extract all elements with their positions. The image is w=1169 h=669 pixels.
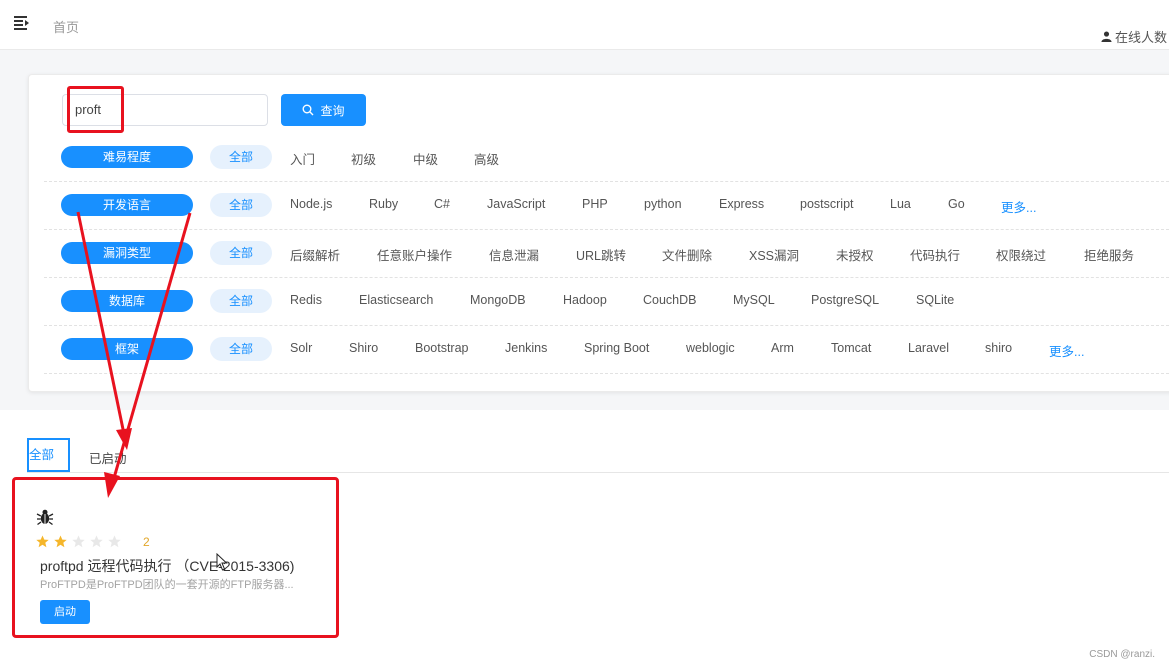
filter-option[interactable]: 拒绝服务 bbox=[1084, 245, 1134, 264]
filter-row-framework: 框架 全部 Solr Shiro Bootstrap Jenkins Sprin… bbox=[44, 328, 1169, 374]
tab-started[interactable]: 已启动 bbox=[89, 448, 127, 467]
filter-option[interactable]: C# bbox=[434, 197, 450, 211]
search-button-label: 查询 bbox=[320, 103, 345, 118]
filter-option[interactable]: 任意账户操作 bbox=[377, 245, 452, 264]
filter-option[interactable]: 初级 bbox=[351, 149, 376, 168]
filter-option[interactable]: PostgreSQL bbox=[811, 293, 879, 307]
filter-option[interactable]: 文件删除 bbox=[662, 245, 712, 264]
filter-option[interactable]: CouchDB bbox=[643, 293, 697, 307]
filter-label-language: 开发语言 bbox=[61, 194, 193, 216]
filter-option[interactable]: 代码执行 bbox=[910, 245, 960, 264]
filter-option[interactable]: Hadoop bbox=[563, 293, 607, 307]
filter-difficulty-all[interactable]: 全部 bbox=[210, 145, 272, 169]
breadcrumb-home[interactable]: 首页 bbox=[53, 17, 79, 36]
filter-option[interactable]: Tomcat bbox=[831, 341, 871, 355]
filter-option[interactable]: 未授权 bbox=[836, 245, 874, 264]
filter-option[interactable]: Jenkins bbox=[505, 341, 547, 355]
filter-option[interactable]: Shiro bbox=[349, 341, 378, 355]
top-header: 首页 在线人数 bbox=[0, 0, 1169, 50]
filter-language-all[interactable]: 全部 bbox=[210, 193, 272, 217]
filter-database-all[interactable]: 全部 bbox=[210, 289, 272, 313]
filter-option[interactable]: URL跳转 bbox=[576, 245, 626, 264]
filter-option[interactable]: Spring Boot bbox=[584, 341, 649, 355]
annotation-box-search bbox=[67, 86, 124, 133]
filter-more-link[interactable]: 更多... bbox=[1001, 197, 1036, 216]
filter-option[interactable]: Solr bbox=[290, 341, 312, 355]
filter-option[interactable]: Arm bbox=[771, 341, 794, 355]
filter-row-vuln-type: 漏洞类型 全部 后缀解析 任意账户操作 信息泄漏 URL跳转 文件删除 XSS漏… bbox=[44, 232, 1169, 278]
annotation-box-card bbox=[12, 477, 339, 638]
filter-option[interactable]: Ruby bbox=[369, 197, 398, 211]
filter-option[interactable]: 高级 bbox=[474, 149, 499, 168]
filter-option[interactable]: MySQL bbox=[733, 293, 775, 307]
search-icon bbox=[302, 104, 314, 116]
filter-row-database: 数据库 全部 Redis Elasticsearch MongoDB Hadoo… bbox=[44, 280, 1169, 326]
filter-more-link[interactable]: 更多... bbox=[1049, 341, 1084, 360]
filter-option[interactable]: Lua bbox=[890, 197, 911, 211]
filter-option[interactable]: python bbox=[644, 197, 682, 211]
filter-option[interactable]: 入门 bbox=[290, 149, 315, 168]
filter-option[interactable]: MongoDB bbox=[470, 293, 526, 307]
menu-fold-icon[interactable] bbox=[14, 16, 30, 30]
filter-label-framework: 框架 bbox=[61, 338, 193, 360]
tab-divider bbox=[27, 472, 1169, 473]
filter-option[interactable]: 权限绕过 bbox=[996, 245, 1046, 264]
filter-option[interactable]: Laravel bbox=[908, 341, 949, 355]
filter-option[interactable]: 后缀解析 bbox=[290, 245, 340, 264]
tab-all[interactable]: 全部 bbox=[27, 438, 70, 472]
filter-option[interactable]: weblogic bbox=[686, 341, 735, 355]
filter-option[interactable]: Elasticsearch bbox=[359, 293, 433, 307]
filter-option[interactable]: Node.js bbox=[290, 197, 332, 211]
filter-option[interactable]: postscript bbox=[800, 197, 854, 211]
filter-framework-all[interactable]: 全部 bbox=[210, 337, 272, 361]
filter-option[interactable]: shiro bbox=[985, 341, 1012, 355]
filter-option[interactable]: PHP bbox=[582, 197, 608, 211]
filter-option[interactable]: 信息泄漏 bbox=[489, 245, 539, 264]
filter-label-difficulty: 难易程度 bbox=[61, 146, 193, 168]
filter-option[interactable]: SQLite bbox=[916, 293, 954, 307]
filter-option[interactable]: Bootstrap bbox=[415, 341, 469, 355]
mouse-cursor-icon bbox=[216, 553, 228, 571]
filter-label-vuln-type: 漏洞类型 bbox=[61, 242, 193, 264]
filter-option[interactable]: 中级 bbox=[413, 149, 438, 168]
filter-option[interactable]: Redis bbox=[290, 293, 322, 307]
online-label: 在线人数 bbox=[1114, 30, 1167, 45]
filter-row-difficulty: 难易程度 全部 入门 初级 中级 高级 bbox=[44, 136, 1169, 182]
filter-vuln-type-all[interactable]: 全部 bbox=[210, 241, 272, 265]
watermark: CSDN @ranzi. bbox=[1089, 649, 1155, 660]
filter-option[interactable]: Go bbox=[948, 197, 965, 211]
filter-option[interactable]: XSS漏洞 bbox=[749, 245, 799, 264]
online-count: 在线人数 bbox=[1101, 27, 1167, 46]
filter-label-database: 数据库 bbox=[61, 290, 193, 312]
filter-option[interactable]: JavaScript bbox=[487, 197, 545, 211]
filter-option[interactable]: Express bbox=[719, 197, 764, 211]
search-button[interactable]: 查询 bbox=[281, 94, 366, 126]
filter-row-language: 开发语言 全部 Node.js Ruby C# JavaScript PHP p… bbox=[44, 184, 1169, 230]
user-icon bbox=[1101, 31, 1112, 42]
